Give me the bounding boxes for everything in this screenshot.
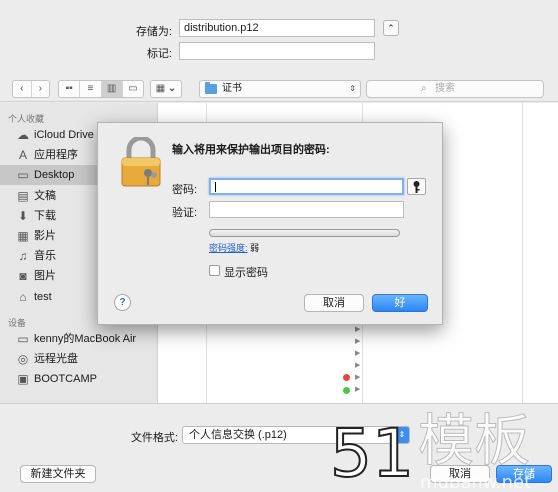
home-icon: ⌂ (19, 289, 27, 304)
movies-icon: ▦ (17, 229, 29, 243)
column-divider (522, 103, 523, 403)
sidebar-item-label: Desktop (34, 169, 75, 182)
sidebar-item-label: 应用程序 (34, 149, 78, 162)
cloud-icon: ☁ (17, 128, 29, 142)
back-button[interactable]: ‹ (13, 81, 32, 97)
favorites-header: 个人收藏 (8, 114, 45, 124)
search-icon: ⌕ (421, 83, 427, 94)
sidebar-item[interactable]: ▣ BOOTCAMP (0, 369, 157, 389)
show-password-checkbox[interactable] (209, 265, 220, 276)
color-tag-dot (343, 387, 350, 394)
format-value: 个人信息交换 (.p12) (189, 429, 287, 441)
disclosure-arrow-icon[interactable]: ▶ (355, 325, 360, 333)
sidebar-item-label: 下载 (34, 209, 56, 222)
tags-field[interactable] (179, 42, 375, 60)
dialog-ok-button[interactable]: 好 (372, 294, 428, 312)
format-popup[interactable]: 个人信息交换 (.p12) ⇕ (182, 426, 410, 444)
column-view-button[interactable]: ▥ (101, 81, 123, 97)
list-view-button[interactable]: ≡ (80, 81, 102, 97)
sidebar-item[interactable]: ◎ 远程光盘 (0, 349, 157, 369)
sidebar-item-label: test (34, 290, 52, 303)
dialog-cancel-button[interactable]: 取消 (304, 294, 364, 312)
cancel-button[interactable]: 取消 (430, 465, 490, 483)
desktop-icon: ▭ (17, 168, 29, 183)
applications-icon: A (18, 148, 27, 163)
text-caret (215, 182, 216, 192)
forward-button[interactable]: › (32, 81, 50, 97)
documents-icon: ▤ (17, 188, 29, 203)
view-switcher: ▪▪ ≡ ▥ ▭ (58, 80, 144, 98)
bottom-panel: 文件格式: 个人信息交换 (.p12) ⇕ 新建文件夹 取消 存储 (0, 403, 558, 492)
verify-label: 验证: (172, 207, 198, 219)
tags-label: 标记: (146, 48, 172, 60)
sidebar-item-label: 文稿 (34, 189, 56, 202)
sidebar-item[interactable]: ▭ kenny的MacBook Air (0, 329, 157, 349)
save-as-label: 存储为: (135, 26, 172, 38)
popup-arrows-icon: ⇕ (395, 427, 409, 443)
sidebar-item-label: 音乐 (34, 250, 56, 263)
laptop-icon: ▭ (17, 332, 29, 346)
key-icon (413, 181, 420, 193)
format-label: 文件格式: (130, 432, 178, 444)
show-password-label: 显示密码 (224, 267, 268, 279)
disclosure-arrow-icon[interactable]: ▶ (355, 349, 360, 357)
search-placeholder: 搜索 (435, 83, 455, 94)
downloads-icon: ⬇ (17, 208, 29, 223)
popup-arrows-icon: ⇕ (349, 84, 356, 93)
help-button[interactable]: ? (114, 294, 131, 311)
search-field[interactable]: ⌕ 搜索 (366, 80, 544, 98)
verify-input[interactable] (209, 201, 404, 218)
disclosure-arrow-icon[interactable]: ▶ (355, 385, 360, 393)
strength-value: 弱 (250, 243, 260, 253)
sidebar-item-label: BOOTCAMP (34, 373, 97, 386)
password-dialog: 输入将用来保护输出项目的密码: 密码: 验证: 密码强度: 弱 显示密码 ? 取… (97, 122, 443, 325)
sidebar-item-label: 影片 (34, 230, 56, 242)
icon-view-button[interactable]: ▪▪ (59, 81, 81, 97)
disclosure-arrow-icon[interactable]: ▶ (355, 337, 360, 345)
color-tag-dot (343, 374, 350, 381)
nav-buttons: ‹ › (12, 80, 50, 98)
strength-link[interactable]: 密码强度: (209, 243, 248, 253)
arrange-grid-icon: ▦ ⌄ (155, 83, 177, 94)
location-label: 证书 (222, 83, 242, 94)
strength-meter (209, 229, 400, 237)
sidebar-item-label: 图片 (34, 270, 56, 283)
disclosure-arrow-icon[interactable]: ▶ (355, 361, 360, 369)
sidebar-item-label: kenny的MacBook Air (34, 333, 137, 345)
disclosure-arrow-icon[interactable]: ▶ (355, 373, 360, 381)
sidebar-item-label: iCloud Drive (34, 129, 94, 141)
coverflow-view-button[interactable]: ▭ (123, 81, 143, 97)
arrange-button[interactable]: ▦ ⌄ (150, 80, 182, 98)
strength-row: 密码强度: 弱 (209, 241, 259, 254)
save-as-field[interactable]: distribution.p12 (179, 19, 375, 37)
new-folder-button[interactable]: 新建文件夹 (20, 465, 96, 483)
dialog-title: 输入将用来保护输出项目的密码: (172, 144, 330, 156)
pictures-icon: ◙ (19, 269, 27, 284)
location-popup[interactable]: 证书 ⇕ (199, 80, 361, 98)
drive-icon: ▣ (17, 372, 29, 387)
folder-icon (205, 82, 217, 94)
toolbar: ‹ › ▪▪ ≡ ▥ ▭ ▦ ⌄ 证书 ⇕ ⌕ 搜索 (0, 76, 558, 102)
password-input[interactable] (209, 178, 404, 195)
sidebar-item-label: 远程光盘 (34, 353, 78, 366)
password-assistant-button[interactable] (407, 178, 426, 195)
devices-header: 设备 (8, 318, 27, 328)
save-header: 存储为: distribution.p12 ⌃ 标记: (0, 0, 558, 70)
save-button[interactable]: 存储 (496, 465, 552, 483)
collapse-button[interactable]: ⌃ (383, 20, 399, 36)
lock-icon (121, 137, 161, 187)
disc-icon: ◎ (17, 352, 29, 367)
password-label: 密码: (172, 184, 198, 196)
music-icon: ♫ (18, 249, 28, 264)
